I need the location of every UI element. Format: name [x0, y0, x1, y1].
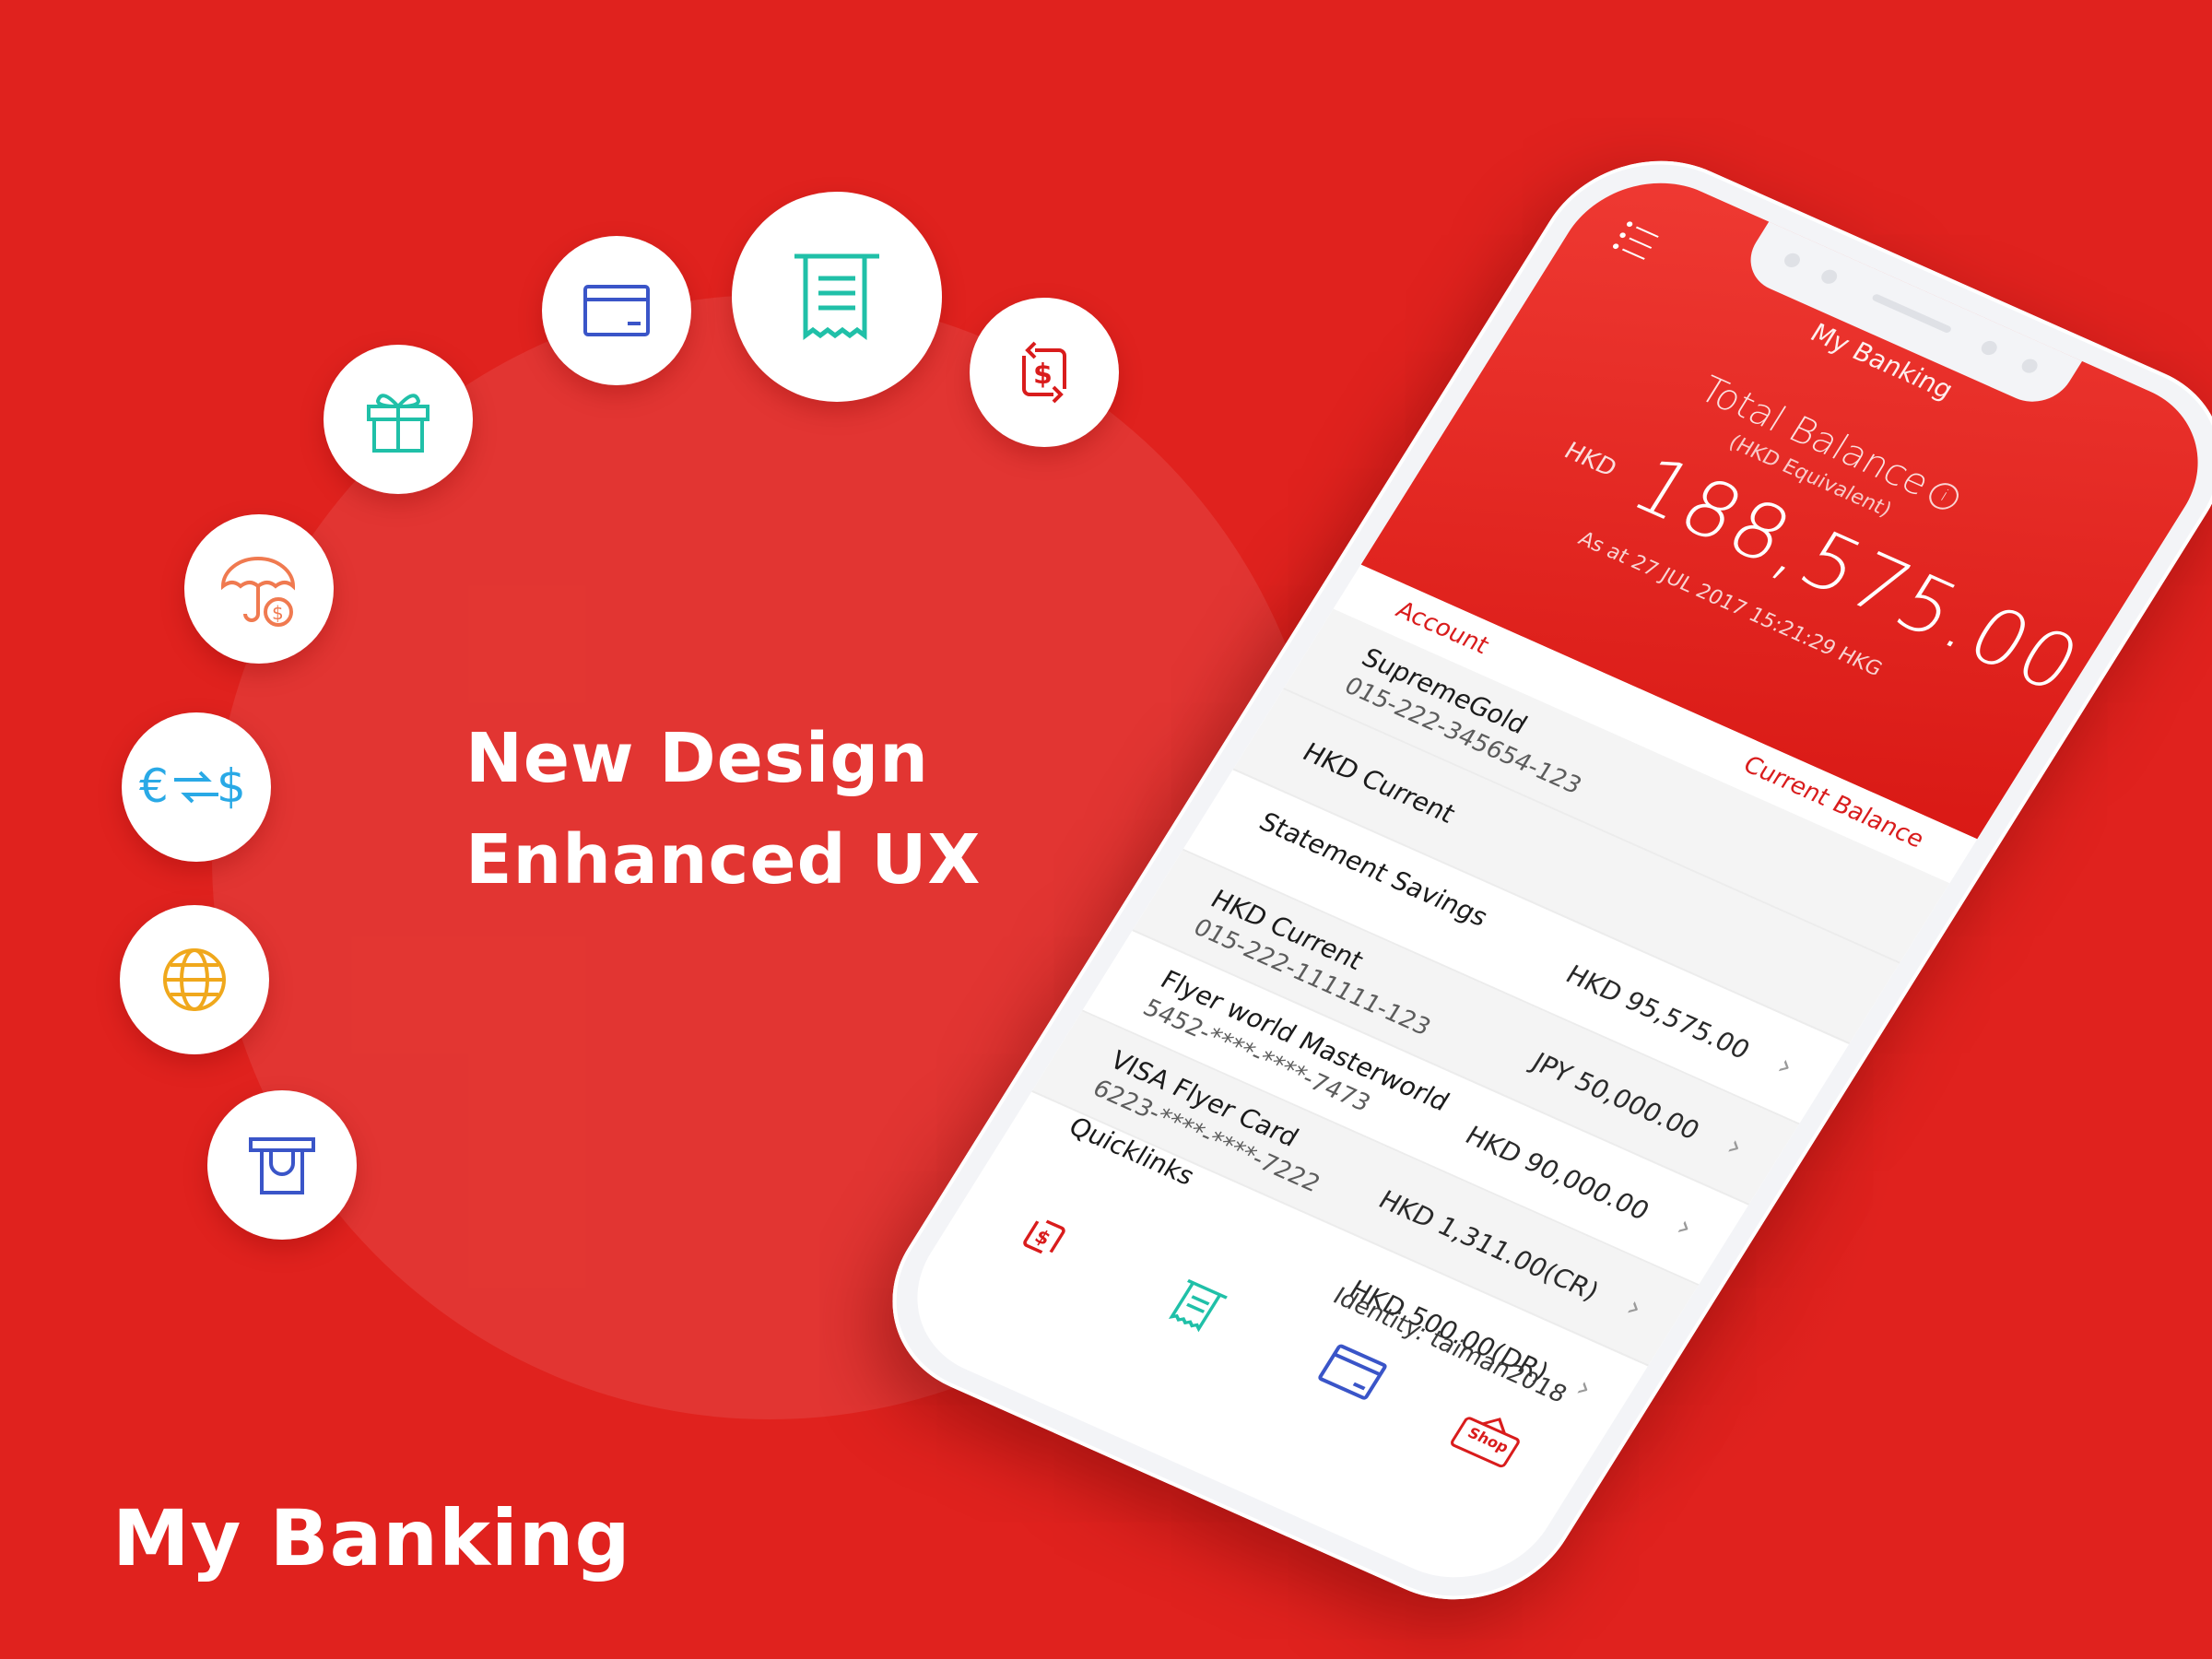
transfer-icon: $ — [1023, 1219, 1065, 1254]
tab-bills[interactable] — [1157, 1274, 1233, 1342]
balance-currency: HKD — [1559, 437, 1622, 483]
headline-line2: Enhanced UX — [465, 820, 982, 900]
gift-icon — [367, 394, 429, 453]
insurance-umbrella-icon: $ — [220, 557, 296, 627]
notch-speaker — [1871, 292, 1953, 335]
chevron-right-icon: › — [1670, 1208, 1700, 1244]
card-icon — [583, 285, 650, 336]
tab-shop[interactable]: Shop — [1442, 1402, 1532, 1477]
tab-cards[interactable] — [1312, 1341, 1390, 1406]
chevron-right-icon: › — [1570, 1370, 1600, 1406]
chevron-right-icon: › — [1619, 1289, 1650, 1325]
notch-camera — [2018, 356, 2041, 376]
chevron-right-icon: › — [1771, 1048, 1801, 1083]
transfer-icon: $ — [1022, 341, 1066, 404]
globe-icon — [163, 948, 226, 1011]
svg-text:€: € — [139, 759, 169, 813]
card-icon — [1318, 1344, 1387, 1400]
transfer-bubble[interactable]: $ — [970, 298, 1119, 447]
insurance-bubble[interactable]: $ — [184, 514, 334, 664]
notch-sensor — [1818, 267, 1841, 287]
currency-exchange-bubble[interactable]: € $ — [122, 712, 271, 862]
receipt-bubble[interactable] — [732, 192, 942, 402]
headline-line1: New Design — [465, 719, 929, 798]
notch-sensor — [1781, 251, 1804, 270]
atm-icon — [249, 1137, 315, 1194]
svg-text:$: $ — [1033, 359, 1053, 391]
brand-title: My Banking — [112, 1493, 631, 1583]
notch-sensor — [1978, 338, 2000, 358]
globe-bubble[interactable] — [120, 905, 269, 1054]
gift-bubble[interactable] — [324, 345, 473, 494]
info-icon[interactable]: i — [1924, 478, 1965, 514]
receipt-icon — [794, 253, 879, 340]
currency-exchange-icon: € $ — [139, 759, 246, 813]
svg-text:$: $ — [272, 602, 284, 624]
card-bubble[interactable] — [542, 236, 691, 385]
svg-text:$: $ — [217, 759, 246, 813]
tab-transfer[interactable]: $ — [1007, 1206, 1078, 1270]
atm-bubble[interactable] — [207, 1090, 357, 1240]
receipt-icon — [1168, 1278, 1228, 1333]
chevron-right-icon: › — [1720, 1128, 1750, 1164]
